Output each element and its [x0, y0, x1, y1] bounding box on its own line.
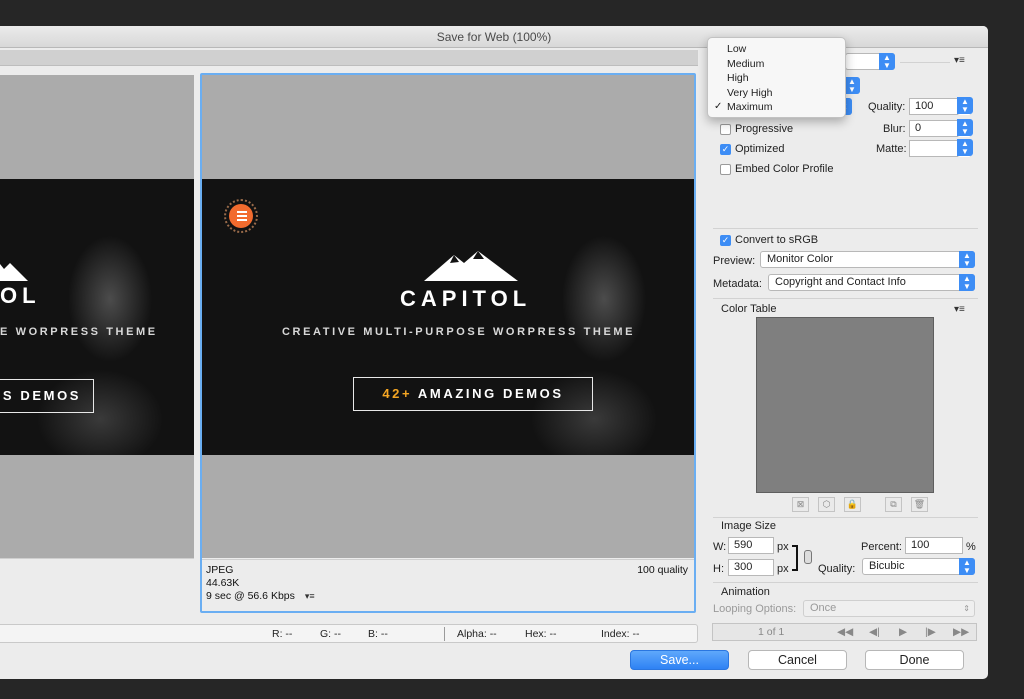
done-button[interactable]: Done: [865, 650, 964, 670]
updown-arrows-icon: ▲▼: [957, 139, 973, 156]
convert-srgb-label: Convert to sRGB: [735, 234, 819, 246]
original-tagline: E WORPRESS THEME: [0, 326, 158, 338]
blur-stepper[interactable]: ▲ ▼: [957, 119, 973, 137]
portrait-image: [0, 179, 194, 455]
blue-readout: B: --: [368, 628, 388, 640]
height-input[interactable]: 300: [728, 559, 774, 576]
next-frame-icon[interactable]: |▶: [925, 626, 936, 638]
quality-option-maximum[interactable]: ✓ Maximum: [708, 100, 845, 115]
looping-options-label: Looping Options:: [713, 603, 797, 615]
first-frame-icon[interactable]: ◀◀: [837, 626, 853, 638]
original-demos-button: S DEMOS: [0, 379, 94, 413]
width-label: W:: [713, 541, 727, 553]
height-label: H:: [713, 563, 724, 575]
preset-select[interactable]: ▲ ▼: [845, 53, 895, 70]
metadata-select[interactable]: Copyright and Contact Info ▲ ▼: [768, 274, 975, 291]
percent-unit: %: [966, 541, 976, 553]
color-table-menu-icon[interactable]: ▾≡: [954, 304, 965, 315]
hex-readout: Hex: --: [525, 628, 557, 640]
blur-label: Blur:: [883, 123, 906, 135]
updown-arrows-icon: ▲▼: [844, 77, 860, 94]
frame-counter: 1 of 1: [758, 626, 785, 638]
updown-arrows-icon: ▲▼: [879, 53, 895, 70]
red-readout: R: --: [272, 628, 293, 640]
trash-icon[interactable]: 🗑: [911, 497, 928, 512]
chain-link-icon[interactable]: [804, 550, 812, 564]
progressive-label: Progressive: [735, 123, 794, 135]
animation-controls: 1 of 1 ◀◀ ◀| ▶ |▶ ▶▶: [712, 623, 977, 641]
preview-label: Preview:: [713, 255, 756, 267]
optimized-label: Optimized: [735, 143, 785, 155]
lock-color-icon[interactable]: 🔒: [844, 497, 861, 512]
matte-stepper[interactable]: ▲ ▼: [957, 139, 973, 157]
width-unit: px: [777, 541, 789, 553]
original-preview-image: OL E WORPRESS THEME S DEMOS: [0, 179, 194, 455]
previous-frame-icon[interactable]: ◀|: [869, 626, 880, 638]
quality-stepper[interactable]: ▲ ▼: [957, 97, 973, 115]
web-shift-icon[interactable]: ⬡: [818, 497, 835, 512]
matte-label: Matte:: [876, 143, 907, 155]
updown-arrows-icon: ▲▼: [957, 119, 973, 136]
color-table-grid[interactable]: [756, 317, 934, 493]
divider: [900, 62, 950, 63]
map-transparent-icon[interactable]: ⊠: [792, 497, 809, 512]
mountain-logo-icon: [0, 263, 28, 281]
color-info-statusbar: R: -- G: -- B: -- Alpha: -- Hex: -- Inde…: [0, 624, 698, 643]
updown-arrows-icon: ▲▼: [959, 274, 975, 291]
alpha-readout: Alpha: --: [457, 628, 497, 640]
checkmark-icon: ✓: [714, 101, 723, 113]
divider: [713, 582, 978, 583]
divider: [713, 517, 978, 518]
resample-quality-value: Bicubic: [869, 560, 905, 572]
quality-label: Quality:: [868, 101, 906, 113]
image-size-title: Image Size: [721, 520, 777, 532]
divider: [713, 228, 978, 229]
optimized-checkbox[interactable]: ✓: [720, 144, 731, 155]
divider: [713, 298, 978, 299]
statusbar-divider: [444, 627, 445, 641]
metadata-value: Copyright and Contact Info: [775, 276, 906, 288]
selected-pane-frame: [200, 73, 696, 613]
quality-option-very-high[interactable]: Very High: [708, 86, 845, 101]
constrain-bracket: [792, 545, 798, 571]
width-input[interactable]: 590: [728, 537, 774, 554]
updown-arrows-icon: ▲▼: [959, 558, 975, 575]
save-button[interactable]: Save...: [630, 650, 729, 670]
play-icon[interactable]: ▶: [899, 626, 907, 638]
progressive-checkbox[interactable]: [720, 124, 731, 135]
resample-quality-label: Quality:: [818, 563, 856, 575]
original-brand-text: OL: [0, 283, 41, 308]
original-info-panel: [0, 558, 194, 612]
green-readout: G: --: [320, 628, 341, 640]
new-color-icon[interactable]: ⧉: [885, 497, 902, 512]
last-frame-icon[interactable]: ▶▶: [953, 626, 969, 638]
metadata-label: Metadata:: [713, 278, 762, 290]
index-readout: Index: --: [601, 628, 640, 640]
preview-select[interactable]: Monitor Color ▲ ▼: [760, 251, 975, 268]
updown-arrows-icon: ▲▼: [957, 97, 973, 114]
view-tab-strip[interactable]: [0, 50, 698, 66]
percent-input[interactable]: 100: [905, 537, 963, 554]
quality-option-medium[interactable]: Medium: [708, 57, 845, 72]
percent-label: Percent:: [861, 541, 902, 553]
cancel-button[interactable]: Cancel: [748, 650, 847, 670]
convert-srgb-checkbox[interactable]: ✓: [720, 235, 731, 246]
color-table-title: Color Table: [721, 303, 777, 315]
animation-title: Animation: [721, 586, 770, 598]
preview-value: Monitor Color: [767, 253, 834, 265]
quality-option-high[interactable]: High: [708, 71, 845, 86]
embed-color-profile-checkbox[interactable]: [720, 164, 731, 175]
looping-options-value: Once: [810, 602, 837, 614]
looping-options-select[interactable]: Once ⇕: [803, 600, 975, 617]
quality-dropdown-menu: Low Medium High Very High ✓ Maximum: [707, 37, 846, 118]
updown-arrows-icon: ▲▼: [959, 251, 975, 268]
quality-option-low[interactable]: Low: [708, 42, 845, 57]
height-unit: px: [777, 563, 789, 575]
file-format-select[interactable]: ▲ ▼: [844, 77, 860, 94]
panel-menu-icon[interactable]: ▾≡: [954, 55, 965, 66]
updown-arrows-icon: ⇕: [963, 604, 970, 613]
embed-color-profile-label: Embed Color Profile: [735, 163, 834, 175]
resample-quality-select[interactable]: Bicubic ▲ ▼: [862, 558, 975, 575]
